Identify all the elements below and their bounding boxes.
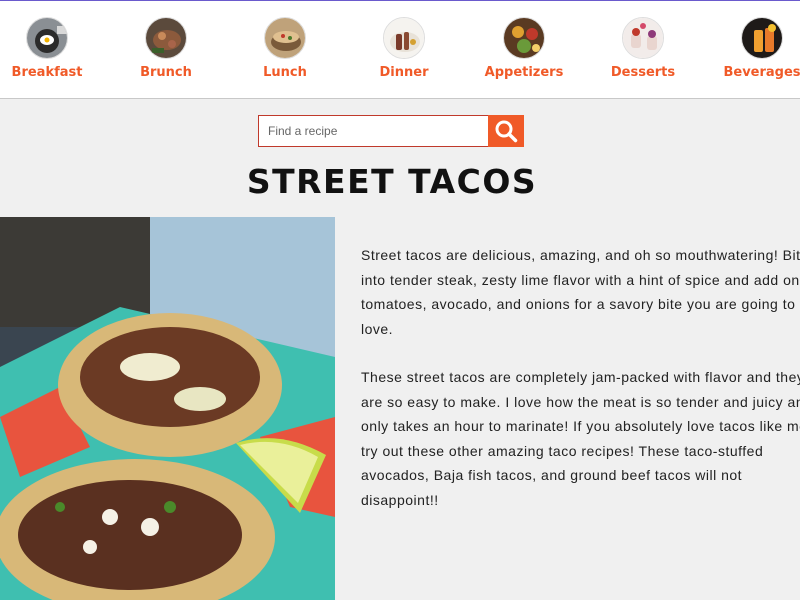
recipe-photo (0, 217, 335, 600)
lunch-icon (264, 17, 306, 59)
category-brunch[interactable]: Brunch (116, 17, 216, 80)
recipe-description: Street tacos are delicious, amazing, and… (361, 243, 800, 536)
category-label: Appetizers (484, 65, 564, 80)
recipe-title: STREET TACOS (246, 162, 538, 201)
category-label: Lunch (263, 65, 307, 80)
category-label: Breakfast (11, 65, 83, 80)
category-appetizers[interactable]: Appetizers (474, 17, 574, 80)
brunch-icon (145, 17, 187, 59)
appetizers-icon (503, 17, 545, 59)
category-label: Desserts (610, 65, 676, 80)
description-paragraph: Street tacos are delicious, amazing, and… (361, 247, 800, 337)
recipe-search (258, 115, 524, 147)
search-icon (495, 120, 518, 143)
category-desserts[interactable]: Desserts (593, 17, 693, 80)
breakfast-icon (26, 17, 68, 59)
description-paragraph: These street tacos are completely jam-pa… (361, 369, 800, 508)
category-label: Brunch (140, 65, 192, 80)
category-dinner[interactable]: Dinner (354, 17, 454, 80)
search-button[interactable] (488, 115, 524, 147)
category-beverages[interactable]: Beverages (712, 17, 800, 80)
search-input[interactable] (258, 115, 489, 147)
desserts-icon (622, 17, 664, 59)
beverages-icon (741, 17, 783, 59)
dinner-icon (383, 17, 425, 59)
category-breakfast[interactable]: Breakfast (0, 17, 97, 80)
category-lunch[interactable]: Lunch (235, 17, 335, 80)
category-nav: Breakfast Brunch Lunch Dinner Appetizers… (0, 0, 800, 99)
category-label: Dinner (379, 65, 429, 80)
category-label: Beverages (723, 65, 800, 80)
